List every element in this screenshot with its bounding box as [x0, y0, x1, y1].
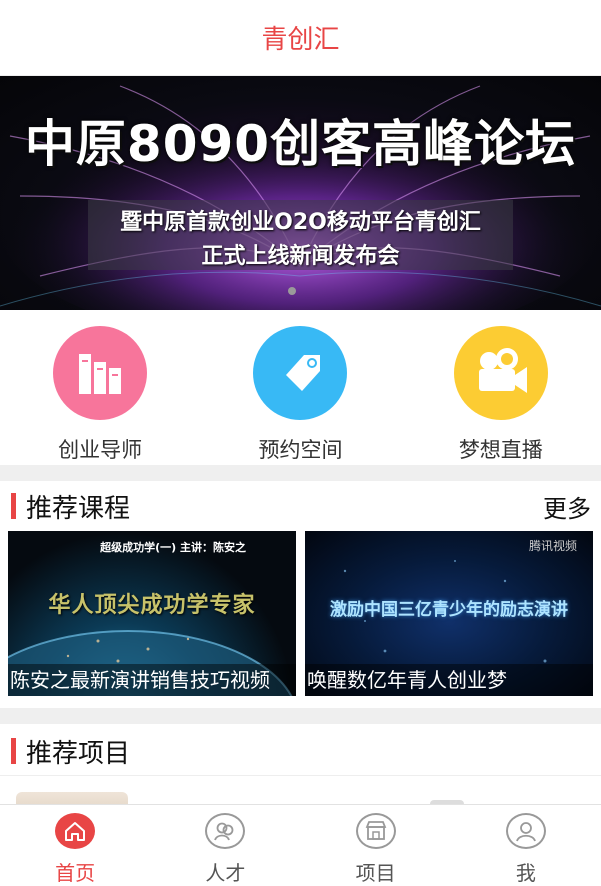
- video-camera-icon: [453, 326, 548, 420]
- course-thumb-text: 激励中国三亿青少年的励志演讲: [330, 600, 568, 620]
- projects-section-title: 推荐项目: [26, 738, 131, 769]
- shop-icon: [355, 813, 396, 849]
- course-thumb-text: 华人顶尖成功学专家: [48, 593, 256, 618]
- banner-title: 中原8090创客高峰论坛: [24, 115, 577, 173]
- courses-section-header: 推荐课程 更多: [0, 481, 601, 531]
- tab-me[interactable]: 我: [451, 805, 601, 886]
- quick-nav-label: 梦想直播: [458, 438, 543, 462]
- tab-label: 项目: [355, 861, 396, 885]
- tab-home[interactable]: 首页: [0, 805, 150, 886]
- section-accent-bar: [11, 493, 16, 519]
- promo-banner[interactable]: 中原8090创客高峰论坛 暨中原首款创业O2O移动平台青创汇 正式上线新闻发布会: [0, 76, 601, 310]
- section-divider: [0, 708, 601, 724]
- bottom-tab-bar: 首页 人才 项目 我: [0, 804, 601, 886]
- tab-label: 我: [515, 861, 536, 885]
- course-caption: 唤醒数亿年青人创业梦: [305, 664, 593, 696]
- quick-nav-label: 创业导师: [58, 438, 143, 462]
- quick-nav-space[interactable]: 预约空间: [200, 310, 400, 465]
- tag-icon: [253, 326, 348, 420]
- courses-section-title: 推荐课程: [26, 493, 131, 524]
- divider: [0, 775, 601, 776]
- tab-label: 人才: [205, 861, 246, 885]
- quick-nav-label: 预约空间: [258, 438, 343, 462]
- carousel-dot[interactable]: [288, 287, 296, 295]
- app-header: 青创汇: [0, 0, 601, 76]
- app-title: 青创汇: [261, 25, 340, 55]
- user-icon: [505, 813, 546, 849]
- courses-more-link[interactable]: 更多: [543, 489, 591, 524]
- quick-nav-mentor[interactable]: 创业导师: [0, 310, 200, 465]
- quick-nav-live[interactable]: 梦想直播: [401, 310, 601, 465]
- tab-label: 首页: [55, 861, 96, 885]
- section-divider: [0, 465, 601, 481]
- banner-subtitle-line1: 暨中原首款创业O2O移动平台青创汇: [120, 210, 481, 235]
- course-thumb-header: 腾讯视频: [528, 539, 577, 553]
- books-icon: [53, 326, 148, 420]
- course-list: 超级成功学(一) 主讲：陈安之 华人顶尖成功学专家 陈安之最新演讲销售技巧视频 …: [0, 531, 601, 696]
- tab-projects[interactable]: 项目: [301, 805, 451, 886]
- projects-section-header: 推荐项目: [0, 726, 601, 776]
- home-icon: [55, 813, 96, 849]
- course-caption: 陈安之最新演讲销售技巧视频: [8, 664, 296, 696]
- course-card[interactable]: 腾讯视频 激励中国三亿青少年的励志演讲 唤醒数亿年青人创业梦: [305, 531, 593, 696]
- tab-talent[interactable]: 人才: [150, 805, 300, 886]
- course-card[interactable]: 超级成功学(一) 主讲：陈安之 华人顶尖成功学专家 陈安之最新演讲销售技巧视频: [8, 531, 296, 696]
- course-thumb-header: 超级成功学(一) 主讲：陈安之: [100, 541, 246, 554]
- banner-subtitle-line2: 正式上线新闻发布会: [201, 244, 400, 269]
- section-accent-bar: [11, 738, 16, 764]
- quick-nav: 创业导师 预约空间 梦想直播: [0, 310, 601, 465]
- people-icon: [205, 813, 246, 849]
